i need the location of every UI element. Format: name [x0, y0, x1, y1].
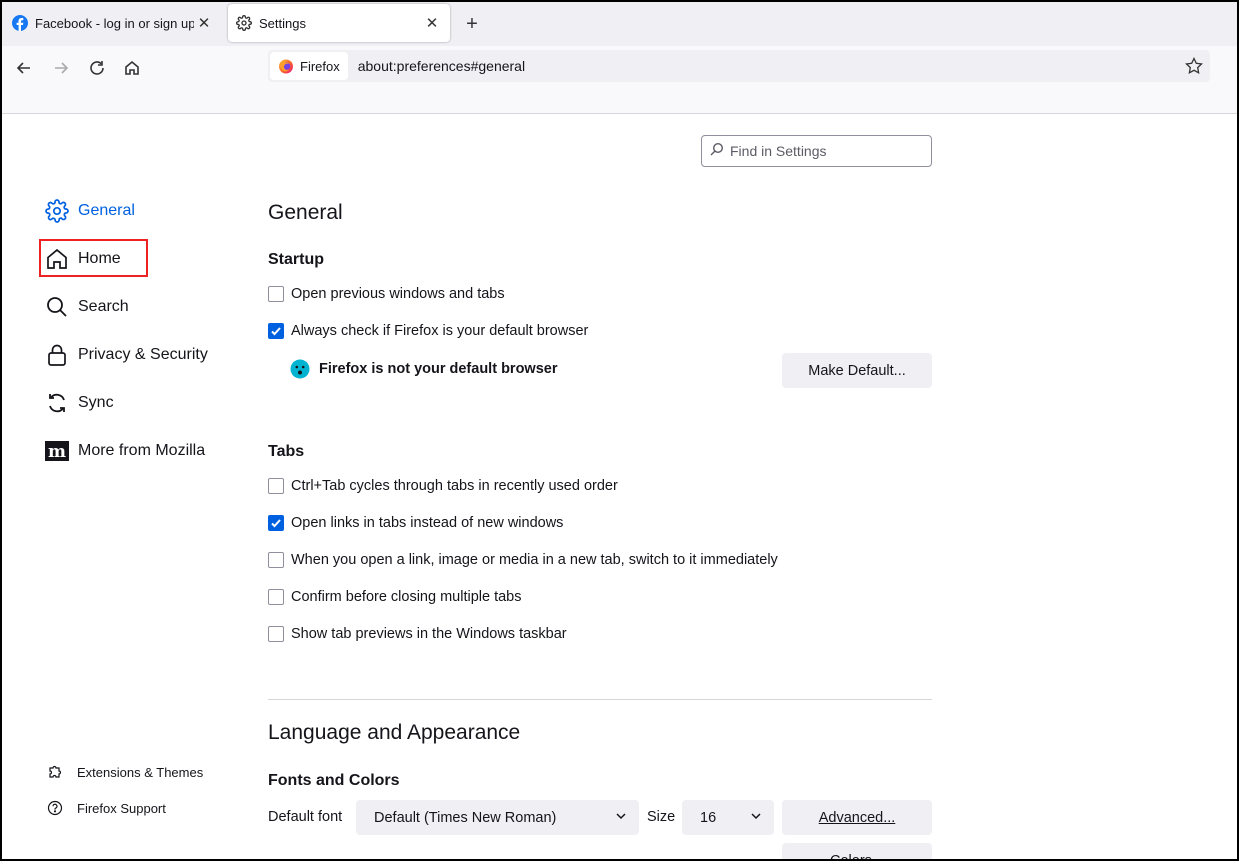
default-font-select[interactable]: Default (Times New Roman) [356, 800, 639, 835]
close-tab-icon[interactable]: ✕ [422, 13, 442, 33]
checkbox-default-check[interactable]: Always check if Firefox is your default … [268, 320, 588, 342]
find-in-settings[interactable] [701, 135, 932, 167]
sidebar-item-search[interactable]: Search [44, 290, 129, 324]
checkbox[interactable] [268, 589, 284, 605]
firefox-logo-icon [278, 58, 294, 74]
mozilla-icon: m [44, 438, 70, 464]
select-value: 16 [700, 809, 717, 826]
sidebar-item-label: Sync [78, 394, 114, 411]
sidebar-item-privacy[interactable]: Privacy & Security [44, 338, 208, 372]
gear-icon [44, 198, 70, 224]
help-icon [46, 799, 64, 817]
checkbox[interactable] [268, 286, 284, 302]
forward-arrow-icon[interactable] [47, 54, 75, 82]
checkbox[interactable] [268, 515, 284, 531]
sad-face-icon [290, 359, 310, 379]
tabs-heading: Tabs [268, 443, 305, 460]
puzzle-icon [46, 763, 64, 781]
search-icon [710, 142, 724, 160]
make-default-button[interactable]: Make Default... [782, 353, 932, 388]
gear-icon [236, 15, 252, 31]
size-label: Size [647, 809, 676, 825]
sidebar-item-mozilla[interactable]: m More from Mozilla [44, 434, 205, 468]
checkbox-label: Open links in tabs instead of new window… [291, 515, 564, 531]
identity-label: Firefox [300, 58, 340, 74]
section-divider [268, 699, 932, 700]
page-title: General [268, 201, 343, 224]
checkbox[interactable] [268, 626, 284, 642]
footer-link-label: Extensions & Themes [77, 764, 204, 780]
sidebar-item-general[interactable]: General [44, 194, 135, 228]
search-icon [44, 294, 70, 320]
chevron-down-icon [615, 810, 627, 826]
button-label: Advanced... [818, 809, 896, 826]
advanced-fonts-button[interactable]: Advanced... [782, 800, 932, 835]
facebook-icon [12, 15, 28, 31]
default-font-label: Default font [268, 809, 343, 825]
checkbox[interactable] [268, 552, 284, 568]
search-input[interactable] [730, 143, 920, 159]
checkbox[interactable] [268, 478, 284, 494]
home-icon[interactable] [118, 54, 146, 82]
default-browser-notice: Firefox is not your default browser [290, 359, 557, 379]
select-value: Default (Times New Roman) [374, 809, 557, 826]
colors-button[interactable]: Colors... [782, 843, 932, 859]
new-tab-plus-icon[interactable]: + [460, 12, 484, 36]
checkbox-label: Open previous windows and tabs [291, 286, 505, 302]
tab-title: Settings [259, 15, 306, 31]
sidebar-item-label: Search [78, 298, 129, 315]
checkbox-tab-previews[interactable]: Show tab previews in the Windows taskbar [268, 623, 567, 645]
tab-strip: Facebook - log in or sign up ✕ Settings … [2, 2, 1237, 46]
firefox-support-link[interactable]: Firefox Support [46, 797, 166, 819]
sidebar-item-label: General [78, 202, 135, 219]
startup-heading: Startup [268, 251, 324, 268]
svg-text:m: m [48, 442, 66, 462]
checkbox-open-previous[interactable]: Open previous windows and tabs [268, 283, 505, 305]
language-appearance-title: Language and Appearance [268, 721, 521, 744]
lock-icon [44, 342, 70, 368]
sidebar-item-sync[interactable]: Sync [44, 386, 114, 420]
checkbox-label: Confirm before closing multiple tabs [291, 589, 522, 605]
checkbox-confirm-close[interactable]: Confirm before closing multiple tabs [268, 586, 522, 608]
checkbox-switch-to-tab[interactable]: When you open a link, image or media in … [268, 549, 778, 571]
notice-text: Firefox is not your default browser [319, 361, 558, 377]
highlight-box [39, 239, 148, 277]
checkbox-open-links-tabs[interactable]: Open links in tabs instead of new window… [268, 512, 563, 534]
sidebar-item-label: Privacy & Security [78, 346, 208, 363]
address-bar[interactable]: Firefox about:preferences#general [268, 50, 1210, 82]
checkbox-ctrl-tab[interactable]: Ctrl+Tab cycles through tabs in recently… [268, 475, 618, 497]
sync-icon [44, 390, 70, 416]
reload-icon[interactable] [83, 54, 111, 82]
tab-settings[interactable]: Settings ✕ [228, 4, 450, 42]
checkbox-label: Show tab previews in the Windows taskbar [291, 626, 567, 642]
sidebar-item-label: More from Mozilla [78, 442, 206, 459]
checkbox-label: Always check if Firefox is your default … [291, 323, 589, 339]
url-text[interactable]: about:preferences#general [358, 58, 525, 74]
back-arrow-icon[interactable] [10, 54, 38, 82]
checkbox-label: When you open a link, image or media in … [291, 552, 778, 568]
chevron-down-icon [750, 810, 762, 826]
checkbox[interactable] [268, 323, 284, 339]
close-tab-icon[interactable]: ✕ [194, 13, 214, 33]
bookmark-star-icon[interactable] [1184, 56, 1204, 76]
identity-box[interactable]: Firefox [270, 52, 348, 80]
settings-page: General Home Search Privacy & Security [2, 115, 1237, 859]
checkbox-label: Ctrl+Tab cycles through tabs in recently… [291, 478, 618, 494]
nav-bar: Firefox about:preferences#general [2, 46, 1237, 114]
browser-window: Facebook - log in or sign up ✕ Settings … [0, 0, 1239, 861]
font-size-select[interactable]: 16 [682, 800, 774, 835]
tab-facebook[interactable]: Facebook - log in or sign up ✕ [4, 4, 222, 42]
footer-link-label: Firefox Support [77, 800, 166, 816]
extensions-themes-link[interactable]: Extensions & Themes [46, 761, 203, 783]
tab-title: Facebook - log in or sign up [35, 15, 194, 31]
fonts-colors-heading: Fonts and Colors [268, 772, 400, 789]
